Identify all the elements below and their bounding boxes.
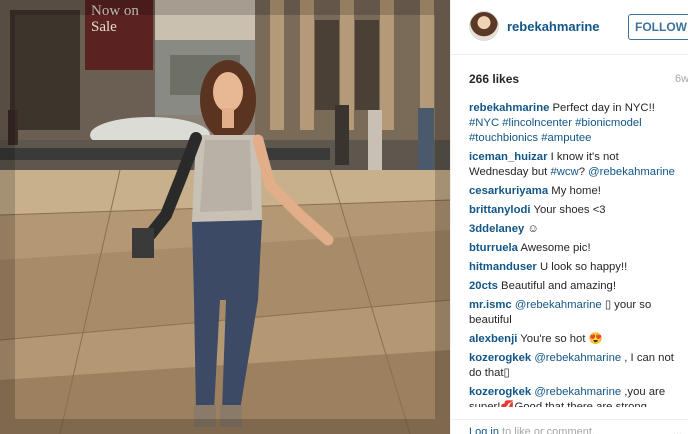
- comment-username[interactable]: kozerogkek: [469, 386, 531, 398]
- comment-username[interactable]: brittanylodi: [469, 204, 531, 216]
- list-item: alexbenji You're so hot 😍: [469, 332, 681, 347]
- comment-username[interactable]: 20cts: [469, 280, 498, 292]
- comment-text: My home!: [551, 185, 601, 197]
- likes-count[interactable]: 266 likes: [469, 72, 519, 86]
- comment-username[interactable]: 3ddelaney: [469, 223, 524, 235]
- comment-text: You're so hot 😍: [520, 333, 603, 345]
- comment-mention[interactable]: @rebekahmarine: [534, 386, 621, 398]
- post-sidebar: rebekahmarine FOLLOW 266 likes 6w rebeka…: [450, 0, 688, 434]
- list-item: 3ddelaney ☺: [469, 222, 681, 237]
- list-item: kozerogkek @rebekahmarine ,you are super…: [469, 385, 681, 407]
- list-item: 20cts Beautiful and amazing!: [469, 279, 681, 294]
- caption-text: Perfect day in NYC!!: [552, 102, 655, 114]
- post-footer: Log in to like or comment. ...: [451, 419, 688, 434]
- post-time[interactable]: 6w: [675, 73, 688, 85]
- comment-username[interactable]: cesarkuriyama: [469, 185, 548, 197]
- avatar[interactable]: [469, 11, 499, 41]
- comment-username[interactable]: bturruela: [469, 242, 518, 254]
- list-item: brittanylodi Your shoes <3: [469, 203, 681, 218]
- caption-tags[interactable]: #NYC #lincolncenter #bionicmodel #touchb…: [469, 117, 642, 144]
- comment-text: ?: [578, 166, 589, 178]
- comment-mention[interactable]: @rebekahmarine: [588, 166, 675, 178]
- post-photo[interactable]: Now on Sale: [0, 0, 450, 434]
- list-item: cesarkuriyama My home!: [469, 184, 681, 199]
- comment-username[interactable]: kozerogkek: [469, 352, 531, 364]
- caption: rebekahmarine Perfect day in NYC!! #NYC …: [469, 101, 681, 146]
- comment-mention[interactable]: @rebekahmarine: [534, 352, 621, 364]
- comment-username[interactable]: rebekahmarine: [469, 102, 549, 114]
- comment-username[interactable]: iceman_huizar: [469, 151, 547, 163]
- list-item: mr.ismc @rebekahmarine ▯ your so beautif…: [469, 298, 681, 328]
- list-item: iceman_huizar I know it's not Wednesday …: [469, 150, 681, 180]
- likes-row: 266 likes 6w: [469, 72, 688, 88]
- comments-list: rebekahmarine Perfect day in NYC!! #NYC …: [469, 101, 681, 407]
- comment-username[interactable]: mr.ismc: [469, 299, 512, 311]
- login-rest: to like or comment.: [498, 426, 595, 434]
- comment-mention[interactable]: @rebekahmarine: [515, 299, 602, 311]
- comment-text: Your shoes <3: [533, 204, 606, 216]
- list-item: hitmanduser U look so happy!!: [469, 260, 681, 275]
- comment-username[interactable]: alexbenji: [469, 333, 517, 345]
- post-header: rebekahmarine FOLLOW: [451, 0, 688, 55]
- comment-username[interactable]: hitmanduser: [469, 261, 537, 273]
- follow-button[interactable]: FOLLOW: [628, 14, 688, 40]
- list-item: bturruela Awesome pic!: [469, 241, 681, 256]
- author-username[interactable]: rebekahmarine: [507, 19, 600, 34]
- login-prompt: Log in to like or comment.: [469, 426, 595, 434]
- comment-text: Beautiful and amazing!: [501, 280, 616, 292]
- comment-hashtag[interactable]: #wcw: [550, 166, 578, 178]
- comment-text: ☺: [527, 223, 539, 235]
- comment-text: Awesome pic!: [520, 242, 591, 254]
- sign-line-2: Sale: [91, 19, 117, 35]
- login-link[interactable]: Log in: [469, 426, 499, 434]
- list-item: kozerogkek @rebekahmarine , I can not do…: [469, 351, 681, 381]
- more-options-icon[interactable]: ...: [673, 426, 682, 434]
- comment-text: U look so happy!!: [539, 261, 628, 273]
